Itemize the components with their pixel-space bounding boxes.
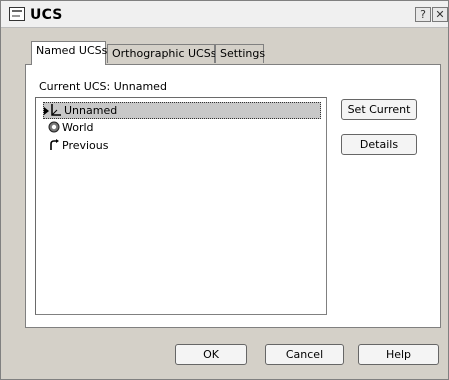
world-globe-icon [48, 121, 60, 133]
current-ucs-marker-icon [44, 107, 49, 115]
list-item-unnamed[interactable]: Unnamed [43, 102, 321, 119]
list-item-label: Unnamed [64, 104, 118, 117]
list-item-label: Previous [62, 139, 109, 152]
named-ucs-list[interactable]: Unnamed World Previous [35, 97, 327, 315]
tab-settings[interactable]: Settings [215, 44, 265, 63]
ucs-dialog: UCS ? ✕ Named UCSs Orthographic UCSs Set… [0, 0, 449, 380]
current-ucs-label: Current UCS: Unnamed [39, 80, 167, 93]
tab-orthographic-ucss[interactable]: Orthographic UCSs [107, 44, 216, 63]
undo-arrow-icon [50, 139, 59, 150]
list-item-label: World [62, 121, 94, 134]
ucs-axes-icon [51, 104, 61, 116]
help-button[interactable]: Help [358, 344, 439, 365]
app-icon [9, 7, 25, 21]
ok-button[interactable]: OK [175, 344, 247, 365]
cancel-button[interactable]: Cancel [265, 344, 344, 365]
close-button[interactable]: ✕ [432, 7, 448, 22]
set-current-button[interactable]: Set Current [341, 99, 417, 120]
tab-named-ucss[interactable]: Named UCSs [31, 41, 107, 65]
title-bar: UCS ? ✕ [1, 1, 448, 28]
help-titlebar-button[interactable]: ? [415, 7, 431, 22]
window-title: UCS [30, 7, 63, 23]
details-button[interactable]: Details [341, 134, 417, 155]
